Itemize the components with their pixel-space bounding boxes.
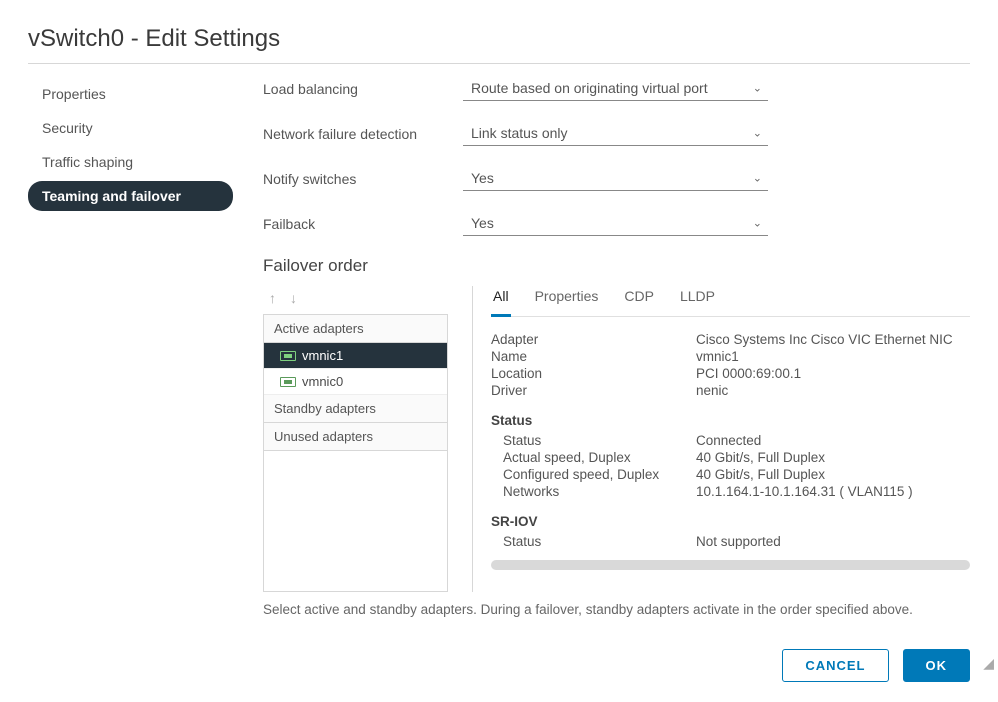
notify-switches-select[interactable]: Yes ⌄ [463, 166, 768, 191]
tab-lldp[interactable]: LLDP [678, 286, 717, 316]
horizontal-scrollbar[interactable] [491, 560, 970, 570]
chevron-down-icon: ⌄ [753, 82, 762, 95]
move-down-button[interactable]: ↓ [290, 290, 297, 306]
failover-order-heading: Failover order [263, 256, 970, 276]
detail-value: PCI 0000:69:00.1 [696, 366, 966, 381]
detail-value: Not supported [696, 534, 966, 549]
tab-cdp[interactable]: CDP [622, 286, 656, 316]
standby-adapters-group: Standby adapters [264, 395, 447, 423]
notify-switches-label: Notify switches [263, 171, 463, 187]
adapter-list-blank [264, 451, 447, 591]
chevron-down-icon: ⌄ [753, 172, 762, 185]
detail-value: 40 Gbit/s, Full Duplex [696, 467, 966, 482]
detail-key: Name [491, 349, 696, 364]
sidebar-item-teaming-failover[interactable]: Teaming and failover [28, 181, 233, 211]
cancel-button[interactable]: CANCEL [782, 649, 888, 682]
detail-value: vmnic1 [696, 349, 966, 364]
detail-key: Driver [491, 383, 696, 398]
detail-scroll-region[interactable]: AdapterCisco Systems Inc Cisco VIC Ether… [491, 331, 970, 550]
detail-tabs: All Properties CDP LLDP [491, 286, 970, 317]
adapter-row-vmnic0[interactable]: vmnic0 [264, 369, 447, 395]
settings-sidebar: Properties Security Traffic shaping Team… [28, 74, 233, 682]
detail-value: 10.1.164.1-10.1.164.31 ( VLAN115 ) [696, 484, 966, 499]
detail-value: nenic [696, 383, 966, 398]
sidebar-item-properties[interactable]: Properties [28, 79, 233, 109]
failback-select[interactable]: Yes ⌄ [463, 211, 768, 236]
detail-value: Connected [696, 433, 966, 448]
sriov-heading: SR-IOV [491, 514, 966, 529]
detail-key: Status [491, 433, 696, 448]
chevron-down-icon: ⌄ [753, 217, 762, 230]
chevron-down-icon: ⌄ [753, 127, 762, 140]
failback-value: Yes [471, 215, 494, 231]
adapter-label: vmnic0 [302, 374, 343, 389]
main-panel: Load balancing Route based on originatin… [263, 74, 970, 682]
detail-key: Location [491, 366, 696, 381]
active-adapters-group: Active adapters [264, 315, 447, 343]
detail-key: Networks [491, 484, 696, 499]
tab-properties[interactable]: Properties [533, 286, 601, 316]
unused-adapters-group: Unused adapters [264, 423, 447, 451]
load-balancing-select[interactable]: Route based on originating virtual port … [463, 76, 768, 101]
detail-key: Adapter [491, 332, 696, 347]
nic-icon [280, 351, 296, 361]
failure-detection-label: Network failure detection [263, 126, 463, 142]
ok-button[interactable]: OK [903, 649, 971, 682]
reorder-toolbar: ↑ ↓ [263, 286, 448, 314]
separator [28, 63, 970, 64]
detail-key: Actual speed, Duplex [491, 450, 696, 465]
failback-label: Failback [263, 216, 463, 232]
failover-helper-text: Select active and standby adapters. Duri… [263, 602, 970, 617]
adapter-list: Active adapters vmnic1 vmnic0 Standby ad… [263, 314, 448, 592]
sidebar-item-traffic-shaping[interactable]: Traffic shaping [28, 147, 233, 177]
notify-switches-value: Yes [471, 170, 494, 186]
adapter-detail-panel: All Properties CDP LLDP AdapterCisco Sys… [472, 286, 970, 592]
detail-value: 40 Gbit/s, Full Duplex [696, 450, 966, 465]
nic-icon [280, 377, 296, 387]
load-balancing-value: Route based on originating virtual port [471, 80, 708, 96]
detail-value: Cisco Systems Inc Cisco VIC Ethernet NIC [696, 332, 966, 347]
move-up-button[interactable]: ↑ [269, 290, 276, 306]
adapter-label: vmnic1 [302, 348, 343, 363]
load-balancing-label: Load balancing [263, 81, 463, 97]
resize-grip-icon[interactable]: ◢ [983, 656, 994, 670]
adapter-row-vmnic1[interactable]: vmnic1 [264, 343, 447, 369]
dialog-footer: CANCEL OK [263, 649, 970, 682]
status-heading: Status [491, 413, 966, 428]
sidebar-item-security[interactable]: Security [28, 113, 233, 143]
failure-detection-select[interactable]: Link status only ⌄ [463, 121, 768, 146]
dialog-title: vSwitch0 - Edit Settings [28, 25, 970, 53]
tab-all[interactable]: All [491, 286, 511, 317]
detail-key: Status [491, 534, 696, 549]
failure-detection-value: Link status only [471, 125, 568, 141]
detail-key: Configured speed, Duplex [491, 467, 696, 482]
